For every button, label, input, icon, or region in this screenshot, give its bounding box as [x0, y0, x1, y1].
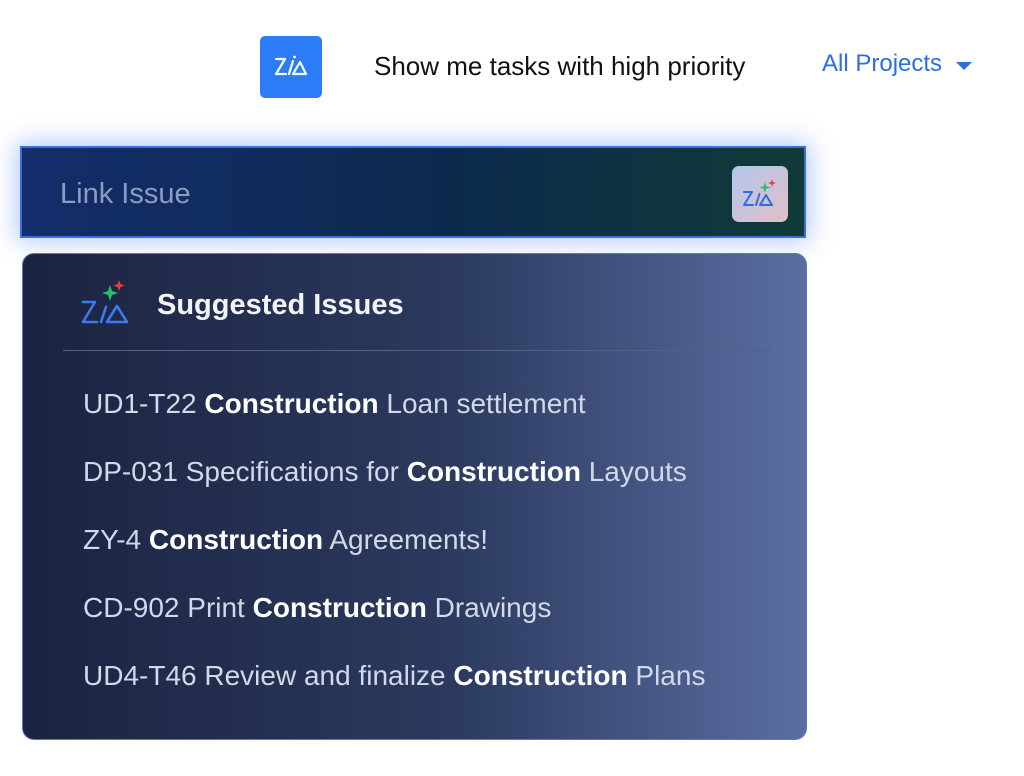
panel-title: Suggested Issues: [157, 289, 404, 321]
panel-divider: [63, 350, 771, 351]
all-projects-label: All Projects: [822, 50, 943, 77]
zia-suggest-button[interactable]: [732, 166, 788, 222]
issue-title-after: Layouts: [588, 456, 687, 487]
suggested-issue-list: UD1-T22 Construction Loan settlement DP-…: [83, 378, 705, 718]
issue-title-after: Plans: [635, 660, 706, 691]
zia-sparkle-icon: [743, 179, 776, 206]
issue-keyword: Construction: [406, 456, 581, 487]
issue-title-after: Agreements!: [329, 524, 489, 555]
all-projects-dropdown[interactable]: All Projects: [822, 46, 973, 82]
issue-title-after: Drawings: [434, 592, 552, 623]
link-issue-placeholder: Link Issue: [60, 178, 191, 210]
ai-query-text: Show me tasks with high priority: [374, 51, 746, 81]
issue-title-after: Loan settlement: [386, 388, 586, 419]
issue-title-before: Specifications for: [185, 456, 399, 487]
suggested-issue-item[interactable]: ZY-4 Construction Agreements!: [83, 514, 705, 582]
issue-id: DP-031: [83, 456, 178, 487]
suggested-issue-item[interactable]: UD4-T46 Review and finalize Construction…: [83, 650, 705, 718]
zia-sparkle-icon: [81, 280, 129, 324]
caret-down-icon: [956, 61, 973, 70]
link-issue-input[interactable]: Link Issue: [20, 146, 806, 238]
suggested-issue-item[interactable]: UD1-T22 Construction Loan settlement: [83, 378, 705, 446]
issue-title-before: Review and finalize: [204, 660, 446, 691]
suggested-issues-panel: Suggested Issues UD1-T22 Construction Lo…: [22, 253, 807, 740]
issue-id: UD4-T46: [83, 660, 197, 691]
zia-assistant-button[interactable]: [260, 36, 322, 98]
issue-keyword: Construction: [148, 524, 324, 555]
issue-keyword: Construction: [453, 660, 628, 691]
suggested-issue-item[interactable]: DP-031 Specifications for Construction L…: [83, 446, 705, 514]
suggested-issue-item[interactable]: CD-902 Print Construction Drawings: [83, 582, 705, 650]
zia-logo-icon: [274, 55, 308, 76]
issue-title-before: Print: [187, 592, 245, 623]
issue-id: ZY-4: [83, 524, 142, 555]
issue-id: CD-902: [83, 592, 180, 623]
issue-keyword: Construction: [204, 388, 379, 419]
panel-header: Suggested Issues: [81, 274, 404, 336]
issue-id: UD1-T22: [83, 388, 197, 419]
issue-keyword: Construction: [252, 592, 427, 623]
